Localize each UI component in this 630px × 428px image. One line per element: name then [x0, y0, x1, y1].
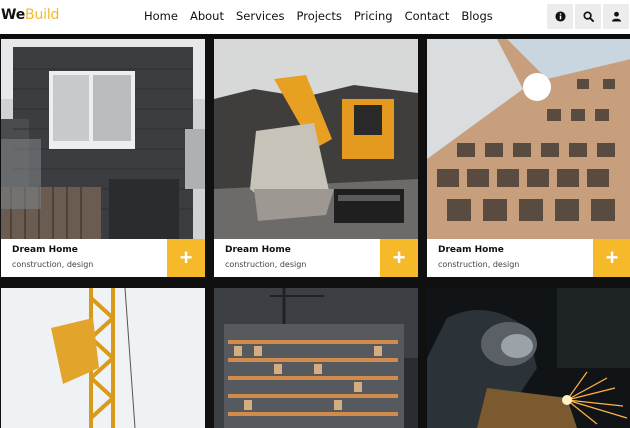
project-image-tower [427, 39, 630, 239]
expand-plus-button[interactable]: + [167, 239, 205, 277]
project-tags: construction, design [12, 260, 94, 269]
info-button[interactable] [547, 4, 573, 29]
nav-contact[interactable]: Contact [405, 9, 450, 23]
nav-pricing[interactable]: Pricing [354, 9, 393, 23]
nav-divider [0, 34, 630, 38]
project-image-building-site [214, 288, 418, 428]
project-image-excavator [214, 39, 418, 239]
project-tags: construction, design [438, 260, 520, 269]
project-card[interactable]: Dream Home construction, design + [427, 39, 630, 277]
nav-services[interactable]: Services [236, 9, 285, 23]
user-icon [611, 11, 621, 22]
brand-logo-part2: Build [25, 7, 60, 23]
brand-logo-part1: We [1, 7, 26, 23]
project-title: Dream Home [225, 245, 291, 255]
project-card[interactable] [214, 288, 418, 428]
nav-blogs[interactable]: Blogs [461, 9, 492, 23]
brand-logo[interactable]: WeBuild [1, 7, 59, 23]
search-button[interactable] [575, 4, 601, 29]
top-navbar: WeBuild Home About Services Projects Pri… [0, 0, 630, 34]
nav-projects[interactable]: Projects [296, 9, 341, 23]
project-caption: Dream Home construction, design + [214, 239, 418, 277]
search-icon [582, 11, 594, 22]
project-image-crane [1, 288, 205, 428]
expand-plus-button[interactable]: + [593, 239, 630, 277]
info-icon [554, 11, 566, 22]
nav-about[interactable]: About [190, 9, 224, 23]
nav-home[interactable]: Home [144, 9, 178, 23]
project-title: Dream Home [438, 245, 504, 255]
project-caption: Dream Home construction, design + [427, 239, 630, 277]
project-image-welder [427, 288, 630, 428]
project-image-house [1, 39, 205, 239]
project-card[interactable]: Dream Home construction, design + [1, 39, 205, 277]
project-tags: construction, design [225, 260, 307, 269]
main-nav: Home About Services Projects Pricing Con… [144, 9, 505, 23]
project-title: Dream Home [12, 245, 78, 255]
project-card[interactable] [1, 288, 205, 428]
account-button[interactable] [603, 4, 629, 29]
project-card[interactable]: Dream Home construction, design + [214, 39, 418, 277]
project-card[interactable] [427, 288, 630, 428]
project-caption: Dream Home construction, design + [1, 239, 205, 277]
expand-plus-button[interactable]: + [380, 239, 418, 277]
